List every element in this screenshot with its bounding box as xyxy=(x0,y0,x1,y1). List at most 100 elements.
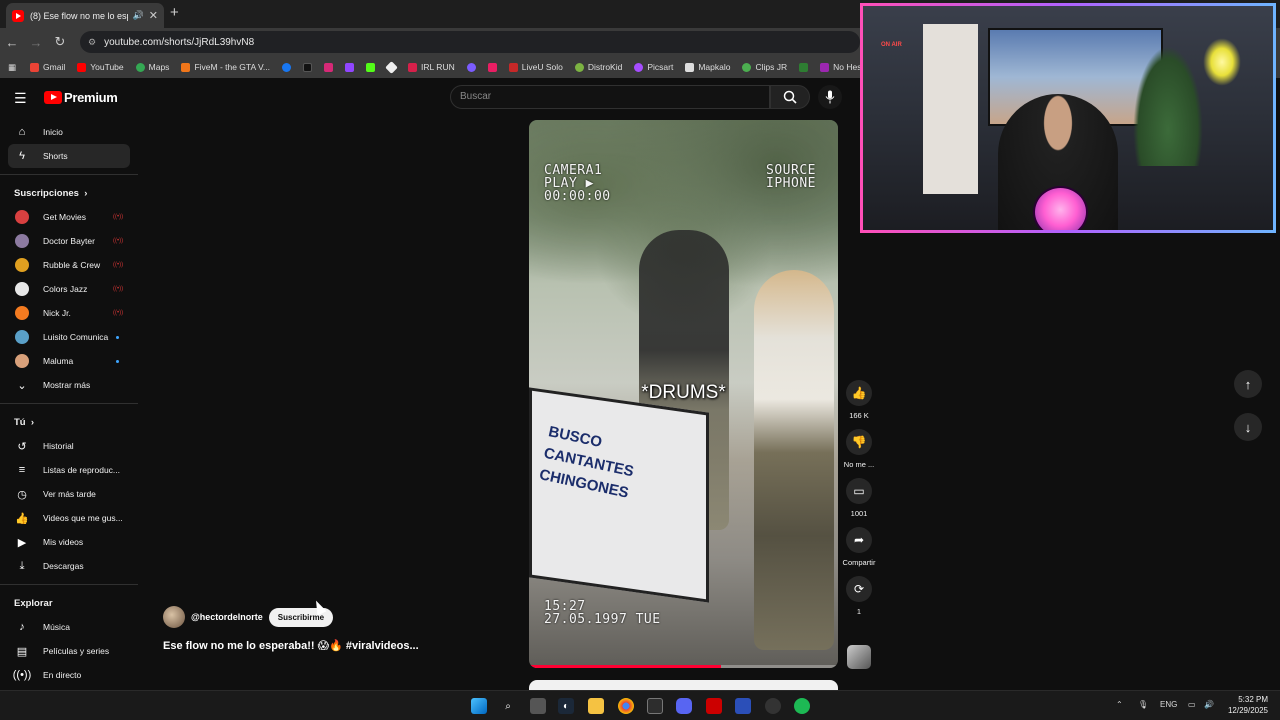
sidebar-item-liked-videos[interactable]: 👍 Videos que me gus... xyxy=(0,506,138,530)
short-video-player[interactable]: BUSCO CANTANTES CHINGONES CAMERA1 PLAY ▶… xyxy=(529,120,838,668)
bookmark-facebook-icon[interactable] xyxy=(282,62,295,72)
bookmark-picsart[interactable]: Picsart xyxy=(634,62,673,72)
tray-chevron-up-icon[interactable]: ⌃ xyxy=(1116,700,1123,709)
new-tab-button[interactable]: + xyxy=(170,4,179,21)
sidebar-item-inicio[interactable]: ⌂ Inicio xyxy=(0,120,138,144)
spotify-icon[interactable] xyxy=(794,698,810,714)
new-content-dot xyxy=(116,335,119,339)
bookmark-diamond-icon[interactable] xyxy=(385,60,400,74)
share-action[interactable]: ➦ Compartir xyxy=(840,527,878,567)
bookmark-tiktok-icon[interactable] xyxy=(303,62,316,72)
search-icon[interactable]: ⌕ xyxy=(500,698,516,714)
vhs-overlay-timestamp: 15:27 27.05.1997 TUE xyxy=(544,599,661,627)
sidebar-item-playlists[interactable]: ≡ Listas de reproduc... xyxy=(0,458,138,482)
video-progress-bar[interactable] xyxy=(529,665,838,668)
like-icon[interactable]: 👍 xyxy=(846,380,872,406)
bookmark-maps[interactable]: Maps xyxy=(135,62,169,72)
file-explorer-icon[interactable] xyxy=(588,698,604,714)
sidebar-subscription-rubble-crew[interactable]: Rubble & Crew ((•)) xyxy=(0,253,138,277)
remix-icon[interactable]: ⟳ xyxy=(846,576,872,602)
new-content-dot xyxy=(116,359,119,363)
task-view-icon[interactable] xyxy=(530,698,546,714)
bookmark-instagram-icon[interactable] xyxy=(324,62,337,72)
sidebar-subscription-luisito-comunica[interactable]: Luisito Comunica xyxy=(0,325,138,349)
reload-button[interactable]: ↻ xyxy=(48,34,72,50)
short-title[interactable]: Ese flow no me lo esperaba!! 😱🔥 #viralvi… xyxy=(163,639,419,652)
hamburger-menu-icon[interactable]: ☰ xyxy=(14,90,27,107)
sidebar-item-downloads[interactable]: ⤓ Descargas xyxy=(0,554,138,578)
sidebar-subscription-maluma[interactable]: Maluma xyxy=(0,349,138,373)
you-heading[interactable]: Tú › xyxy=(0,410,138,434)
sidebar-item-shorts[interactable]: ϟ Shorts xyxy=(8,144,130,168)
sidebar-subscription-nick-jr[interactable]: Nick Jr. ((•)) xyxy=(0,301,138,325)
address-bar[interactable]: ⚙ youtube.com/shorts/JjRdL39hvN8 xyxy=(80,31,860,53)
channel-avatar[interactable] xyxy=(163,606,185,628)
red-app-icon[interactable] xyxy=(706,698,722,714)
previous-short-button[interactable]: ↑ xyxy=(1234,370,1262,398)
bookmark-red-icon[interactable] xyxy=(487,62,501,72)
share-icon[interactable]: ➦ xyxy=(846,527,872,553)
youtube-premium-logo[interactable]: Premium xyxy=(44,90,118,105)
channel-avatar xyxy=(15,258,29,272)
bookmark-liveu-solo[interactable]: LiveU Solo xyxy=(508,62,563,72)
sidebar-item-music[interactable]: ♪ Música xyxy=(0,615,138,639)
channel-avatar xyxy=(15,306,29,320)
search-button[interactable] xyxy=(770,85,810,109)
sidebar-item-historial[interactable]: ↺ Historial xyxy=(0,434,138,458)
chrome-icon[interactable] xyxy=(618,698,634,714)
sidebar-show-more[interactable]: ⌄ Mostrar más xyxy=(0,373,138,397)
bookmark-clips-jr[interactable]: Clips JR xyxy=(742,62,787,72)
comments-action[interactable]: ▭ 1001 xyxy=(840,478,878,518)
sidebar-item-movies[interactable]: ▤ Películas y series xyxy=(0,639,138,663)
dislike-icon[interactable]: 👎 xyxy=(846,429,872,455)
taskbar-clock[interactable]: 5:32 PM 12/29/2025 xyxy=(1222,694,1268,716)
store-icon[interactable] xyxy=(647,698,663,714)
site-info-icon[interactable]: ⚙ xyxy=(88,37,96,48)
blue-app-icon[interactable] xyxy=(735,698,751,714)
close-tab-icon[interactable]: ✕ xyxy=(149,9,158,22)
sidebar-item-my-videos[interactable]: ▶ Mis videos xyxy=(0,530,138,554)
sidebar-subscription-doctor-bayter[interactable]: Doctor Bayter ((•)) xyxy=(0,229,138,253)
bookmark-green-icon[interactable] xyxy=(799,62,812,72)
bookmark-distrokid[interactable]: DistroKid xyxy=(574,62,622,72)
bookmark-irl-run[interactable]: IRL RUN xyxy=(408,62,455,72)
bookmark-fivem[interactable]: FiveM - the GTA V... xyxy=(181,62,270,72)
bookmark-no-hesi[interactable]: No Hesi xyxy=(820,62,863,72)
youtube-favicon-icon xyxy=(12,9,24,22)
like-action[interactable]: 👍 166 K xyxy=(840,380,878,420)
sidebar-subscription-colors-jazz[interactable]: Colors Jazz ((•)) xyxy=(0,277,138,301)
windows-start-icon[interactable] xyxy=(471,698,487,714)
tray-volume-icon[interactable]: 🔊 xyxy=(1204,700,1214,709)
remix-action[interactable]: ⟳ 1 xyxy=(840,576,878,616)
steam-icon[interactable]: ◐ xyxy=(558,698,574,714)
channel-handle[interactable]: @hectordelnorte xyxy=(191,612,263,622)
apps-icon[interactable]: ▦ xyxy=(8,62,16,73)
bookmark-twitch-icon[interactable] xyxy=(345,62,358,72)
comment-icon[interactable]: ▭ xyxy=(846,478,872,504)
dislike-action[interactable]: 👎 No me ... xyxy=(840,429,878,469)
tray-monitor-icon[interactable]: ▭ xyxy=(1188,700,1196,709)
language-indicator[interactable]: ENG xyxy=(1160,700,1177,709)
browser-tab[interactable]: (8) Ese flow no me lo espera 🔊 ✕ xyxy=(6,3,164,28)
voice-search-button[interactable] xyxy=(818,85,842,109)
next-short-button[interactable]: ↓ xyxy=(1234,413,1262,441)
speaker-icon[interactable]: 🔊 xyxy=(133,10,144,21)
discord-icon[interactable] xyxy=(676,698,692,714)
sidebar-item-live[interactable]: ((•)) En directo xyxy=(0,663,138,687)
forward-button[interactable]: → xyxy=(24,35,48,50)
search-input[interactable]: Buscar xyxy=(450,85,770,109)
sidebar-item-watch-later[interactable]: ◷ Ver más tarde xyxy=(0,482,138,506)
back-button[interactable]: ← xyxy=(0,35,24,50)
sidebar-subscription-get-movies[interactable]: Get Movies ((•)) xyxy=(0,205,138,229)
bookmark-purple-icon[interactable] xyxy=(466,62,480,72)
bookmark-kick-icon[interactable] xyxy=(366,62,379,72)
bookmark-mapkalo[interactable]: Mapkalo xyxy=(685,62,730,72)
sound-thumbnail[interactable] xyxy=(847,645,871,669)
obs-icon[interactable] xyxy=(765,698,781,714)
live-indicator-icon: ((•)) xyxy=(113,310,124,316)
tab-title: (8) Ese flow no me lo espera xyxy=(30,10,128,21)
subscriptions-heading[interactable]: Suscripciones › xyxy=(0,181,138,205)
tray-microphone-icon[interactable]: 🎙 xyxy=(1138,700,1148,709)
bookmark-youtube[interactable]: YouTube xyxy=(77,62,124,72)
bookmark-gmail[interactable]: Gmail xyxy=(30,62,65,72)
